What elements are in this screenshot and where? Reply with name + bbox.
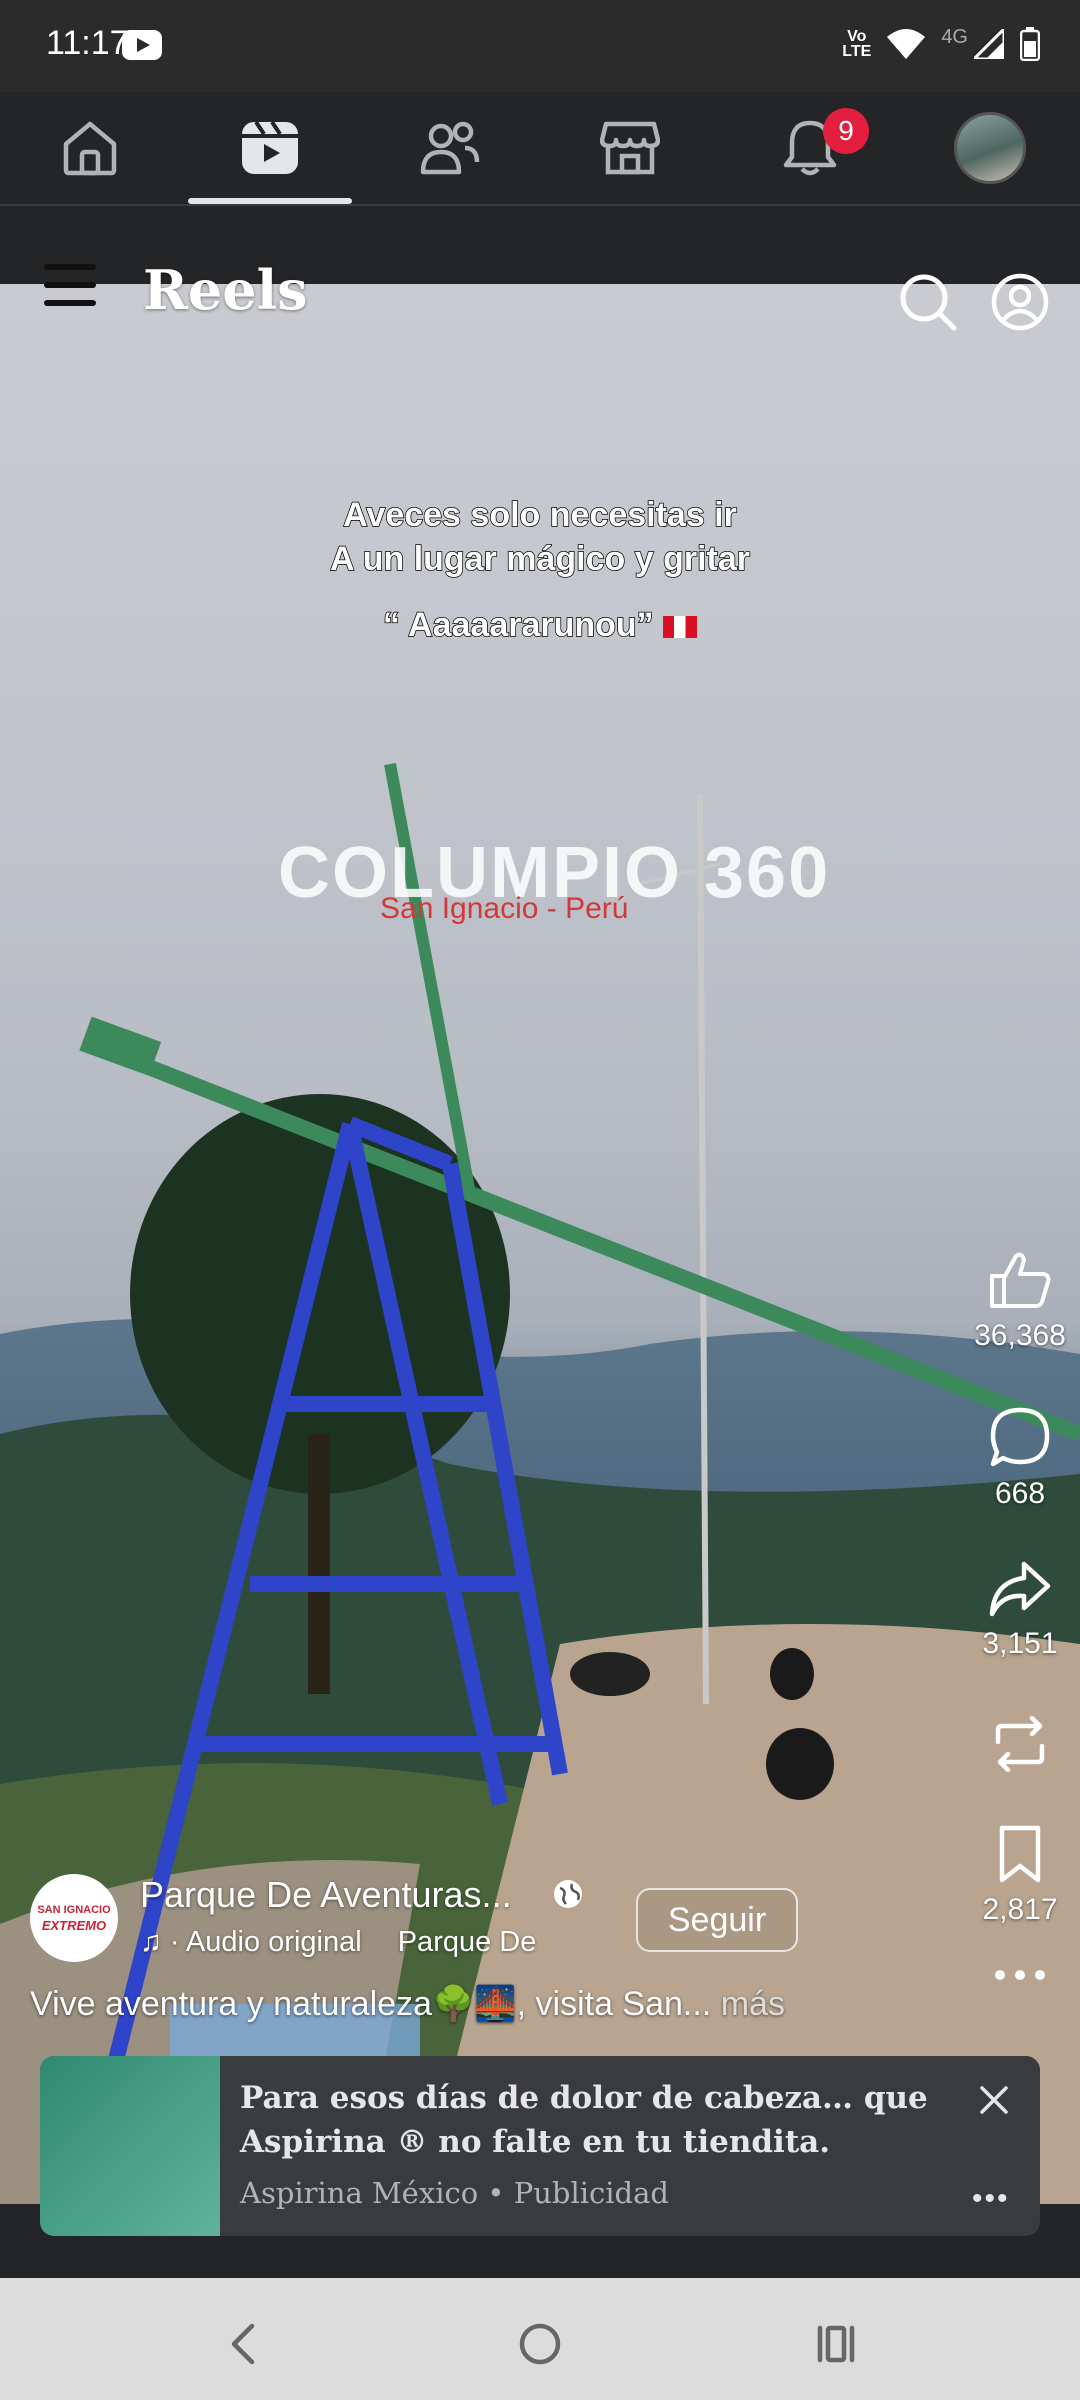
nav-reels[interactable]: [180, 92, 360, 204]
share-count: 3,151: [982, 1627, 1058, 1660]
overlay-line-2: A un lugar mágico y gritar: [329, 539, 751, 579]
comment-count: 668: [994, 1477, 1046, 1510]
nav-marketplace[interactable]: [540, 92, 720, 204]
caption-text: Vive aventura y naturaleza🌳🌉, visita San…: [30, 1985, 712, 2023]
reel-caption[interactable]: Vive aventura y naturaleza🌳🌉, visita San…: [30, 1984, 785, 2024]
network-type: 4G: [941, 25, 968, 48]
remix-action[interactable]: [960, 1715, 1080, 1777]
status-bar: 11:17 Vo LTE 4G: [0, 0, 1080, 92]
recents-icon[interactable]: [806, 2314, 866, 2374]
reels-icon: [242, 120, 298, 174]
peru-flag-icon: [663, 616, 698, 639]
ad-title: Para esos días de dolor de cabeza… que A…: [240, 2080, 928, 2160]
page-name[interactable]: Parque De Aventuras...: [140, 1874, 512, 1916]
signal-icon: [974, 29, 1004, 59]
notification-badge: 9: [823, 108, 869, 154]
youtube-icon: [122, 30, 162, 60]
save-action[interactable]: 2,817: [960, 1824, 1080, 1927]
music-note-icon: ♫: [140, 1926, 162, 1958]
overlay-line-3: “ Aaaaararunou”: [200, 603, 880, 647]
nav-notifications[interactable]: 9: [720, 92, 900, 204]
active-tab-indicator: [188, 198, 352, 204]
friends-icon: [420, 121, 480, 175]
back-icon[interactable]: [214, 2314, 274, 2374]
nav-home[interactable]: [0, 92, 180, 204]
status-time: 11:17: [46, 24, 129, 62]
caption-more-link[interactable]: más: [721, 1985, 785, 2023]
top-nav-bar: 9: [0, 92, 1080, 206]
menu-icon[interactable]: [44, 264, 96, 310]
like-count: 36,368: [974, 1319, 1066, 1352]
ad-sponsor: Aspirina México • Publicidad: [240, 2176, 669, 2210]
share-icon: [989, 1561, 1051, 1617]
repost-icon: [995, 1715, 1045, 1773]
profile-icon[interactable]: [990, 272, 1050, 332]
wifi-icon: [887, 29, 926, 59]
comment-action[interactable]: 668: [960, 1406, 1080, 1511]
save-count: 2,817: [982, 1893, 1058, 1926]
home-button-icon[interactable]: [510, 2314, 570, 2374]
close-icon[interactable]: [976, 2082, 1012, 2118]
search-icon[interactable]: [898, 272, 958, 332]
battery-icon: [1020, 27, 1040, 61]
volte-icon: Vo LTE: [842, 28, 872, 60]
audio-label: · Audio original: [169, 1926, 362, 1958]
like-icon: [990, 1252, 1051, 1308]
page-title: Reels: [143, 258, 308, 322]
ad-more-options[interactable]: •••: [972, 2182, 1010, 2216]
comment-icon: [990, 1407, 1050, 1467]
follow-button[interactable]: Seguir: [636, 1888, 798, 1952]
video-watermark-subtitle: San Ignacio - Perú: [380, 892, 629, 925]
audio-info[interactable]: ♫ · Audio original Parque De: [140, 1926, 536, 1959]
nav-profile[interactable]: [900, 92, 1080, 204]
reels-header: Reels: [0, 250, 1080, 350]
profile-avatar: [954, 112, 1026, 184]
ad-thumbnail: [40, 2056, 220, 2236]
more-icon: [995, 1970, 1045, 1980]
nav-friends[interactable]: [360, 92, 540, 204]
home-icon: [63, 121, 117, 176]
bookmark-icon: [999, 1825, 1041, 1883]
overlay-line-1: Aveces solo necesitas ir: [342, 495, 737, 535]
sponsored-ad-card[interactable]: Para esos días de dolor de cabeza… que A…: [40, 2056, 1040, 2236]
marketplace-icon: [600, 121, 660, 175]
share-action[interactable]: 3,151: [960, 1560, 1080, 1661]
audio-owner: Parque De: [397, 1926, 537, 1958]
video-overlay-text: Aveces solo necesitas ir A un lugar mági…: [200, 493, 880, 647]
more-options-action[interactable]: [960, 1968, 1080, 1987]
like-action[interactable]: 36,368: [960, 1250, 1080, 1353]
globe-icon: [554, 1880, 582, 1908]
page-avatar[interactable]: SAN IGNACIO EXTREMO: [30, 1874, 118, 1962]
status-icons: Vo LTE 4G: [842, 22, 1040, 66]
system-nav-bar: [0, 2278, 1080, 2400]
